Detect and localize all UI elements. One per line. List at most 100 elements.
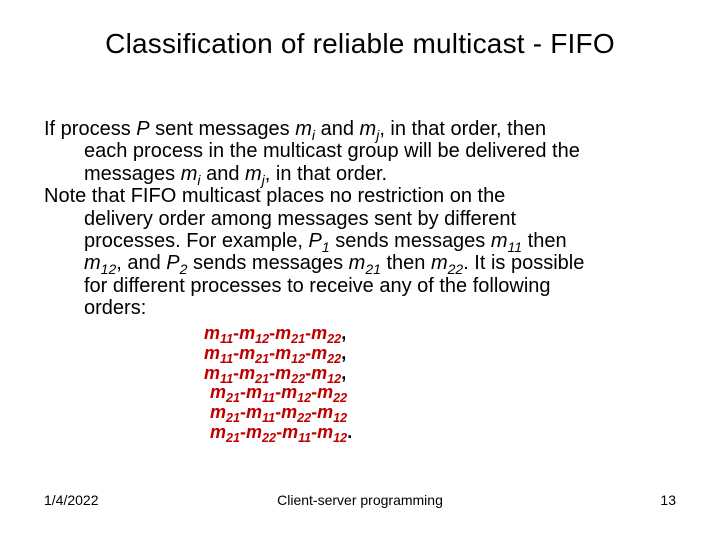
o3-m4: m [311, 363, 327, 383]
o3-m2: m [239, 363, 255, 383]
o3-end: , [341, 363, 346, 383]
o6-s1: 21 [226, 431, 240, 445]
p1-m2: m [360, 118, 377, 140]
o2-s1: 11 [220, 352, 233, 366]
o6-m2: m [246, 422, 262, 442]
p2-l4c: sends messages [187, 252, 348, 274]
p2-P2: P [166, 252, 179, 274]
para-2-line-1: Note that FIFO multicast places no restr… [44, 185, 684, 207]
o3-s1: 11 [220, 372, 233, 386]
p2-sub-12: 12 [101, 261, 117, 277]
o4-s3: 12 [297, 391, 311, 405]
para-2-line-2: delivery order among messages sent by di… [84, 208, 684, 230]
p1-b: sent messages [150, 118, 296, 140]
o1-end: , [341, 323, 346, 343]
o3-s2: 21 [255, 372, 269, 386]
o6-s3: 11 [298, 431, 311, 445]
o5-m1: m [210, 402, 226, 422]
p2-sub-1: 1 [322, 239, 330, 255]
p2-l3b: sends messages [330, 230, 491, 252]
p1-l3b: and [201, 163, 245, 185]
para-1-line-3: messages mi and mj, in that order. [84, 163, 684, 185]
o1-s4: 22 [327, 332, 341, 346]
p1-m1: m [295, 118, 312, 140]
o5-s1: 21 [226, 411, 240, 425]
o4-s2: 11 [262, 391, 275, 405]
para-2-line-4: m12, and P2 sends messages m21 then m22.… [84, 252, 684, 274]
footer-center: Client-server programming [0, 492, 720, 508]
o2-s4: 22 [327, 352, 341, 366]
o3-s3: 22 [291, 372, 305, 386]
o1-s3: 21 [291, 332, 305, 346]
p1-a: If process [44, 118, 136, 140]
p1-l3a: messages [84, 163, 181, 185]
para-1-line-1: If process P sent messages mi and mj, in… [44, 118, 684, 140]
o1-m4: m [311, 323, 327, 343]
p1-l3c: , in that order. [265, 163, 387, 185]
p2-l4b: , and [116, 252, 166, 274]
o2-s2: 21 [255, 352, 269, 366]
o2-end: , [341, 343, 346, 363]
p2-l4e: . It is possible [463, 252, 584, 274]
o6-m3: m [282, 422, 298, 442]
p2-m12: m [84, 252, 101, 274]
p2-m21: m [349, 252, 366, 274]
o6-s4: 12 [333, 431, 347, 445]
p2-sub-2: 2 [180, 261, 188, 277]
p1-sub-j-2: j [262, 172, 265, 188]
o2-m2: m [239, 343, 255, 363]
p2-m11: m [491, 230, 508, 252]
o3-m3: m [275, 363, 291, 383]
orderings-list: m11-m12-m21-m22, m11-m21-m12-m22, m11-m2… [204, 324, 352, 443]
ordering-row-3: m11-m21-m22-m12, [204, 364, 352, 384]
p1-sub-j-1: j [376, 127, 379, 143]
p2-sub-11: 11 [508, 239, 523, 255]
footer-page-number: 13 [660, 492, 676, 508]
slide-title: Classification of reliable multicast - F… [0, 28, 720, 60]
slide: Classification of reliable multicast - F… [0, 0, 720, 540]
o2-m4: m [311, 343, 327, 363]
o1-m3: m [275, 323, 291, 343]
p2-m22: m [431, 252, 448, 274]
o4-s4: 22 [333, 391, 347, 405]
o6-s2: 22 [262, 431, 276, 445]
p2-l3c: then [522, 230, 566, 252]
para-1-line-2: each process in the multicast group will… [84, 140, 684, 162]
ordering-row-6: m21-m22-m11-m12. [210, 423, 352, 443]
p2-sub-22: 22 [448, 261, 464, 277]
ordering-row-2: m11-m21-m12-m22, [204, 344, 352, 364]
p1-and: and [315, 118, 359, 140]
p1-P: P [136, 118, 149, 140]
o5-s3: 22 [297, 411, 311, 425]
p2-P1: P [309, 230, 322, 252]
o6-m1: m [210, 422, 226, 442]
o5-m3: m [281, 402, 297, 422]
o1-m2: m [239, 323, 255, 343]
o2-s3: 12 [291, 352, 305, 366]
o3-s4: 12 [327, 372, 341, 386]
o5-s2: 11 [262, 411, 275, 425]
ordering-row-5: m21-m11-m22-m12 [210, 403, 352, 423]
o6-end: . [347, 422, 352, 442]
ordering-row-4: m21-m11-m12-m22 [210, 383, 352, 403]
p2-l3a: processes. For example, [84, 230, 309, 252]
o6-m4: m [317, 422, 333, 442]
p1-c: , in that order, then [379, 118, 546, 140]
o5-m4: m [317, 402, 333, 422]
o5-s4: 12 [333, 411, 347, 425]
para-2-line-3: processes. For example, P1 sends message… [84, 230, 684, 252]
slide-body: If process P sent messages mi and mj, in… [44, 118, 684, 320]
para-2-line-5: for different processes to receive any o… [84, 275, 684, 297]
p1-sub-i-1: i [312, 127, 315, 143]
para-2-line-6: orders: [84, 297, 684, 319]
o2-m1: m [204, 343, 220, 363]
p1-m3: m [181, 163, 198, 185]
ordering-row-1: m11-m12-m21-m22, [204, 324, 352, 344]
p2-sub-21: 21 [365, 261, 381, 277]
o3-m1: m [204, 363, 220, 383]
o1-s2: 12 [255, 332, 269, 346]
p1-sub-i-2: i [197, 172, 200, 188]
o1-m1: m [204, 323, 220, 343]
p1-m4: m [245, 163, 262, 185]
p2-l4d: then [381, 252, 431, 274]
